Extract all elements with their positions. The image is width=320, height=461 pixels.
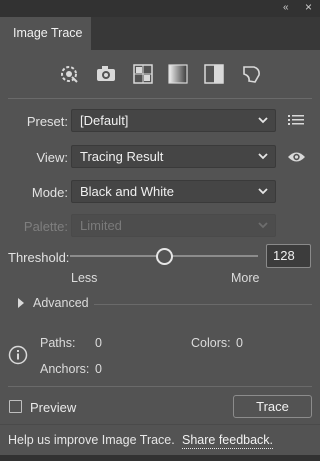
colors-label: Colors: (191, 336, 231, 350)
preview-checkbox[interactable] (9, 400, 22, 413)
mode-label: Mode: (31, 185, 68, 200)
divider (8, 386, 312, 387)
preset-label: Preset: (26, 114, 68, 129)
advanced-toggle[interactable]: Advanced (33, 296, 89, 310)
threshold-min-label: Less (71, 271, 98, 285)
palette-value: Limited (80, 218, 122, 233)
paths-value: 0 (95, 336, 102, 350)
low-color-icon[interactable] (132, 63, 154, 85)
close-panel-icon[interactable]: × (305, 0, 312, 14)
disclosure-triangle-icon[interactable] (17, 297, 25, 309)
outline-icon[interactable] (241, 63, 263, 85)
advanced-divider (94, 304, 312, 305)
info-icon (8, 345, 28, 365)
list-icon[interactable] (288, 113, 305, 127)
preset-dropdown[interactable]: [Default] (71, 109, 276, 132)
high-color-icon[interactable] (95, 63, 117, 85)
palette-label: Palette: (23, 219, 68, 234)
threshold-max-label: More (231, 271, 260, 285)
divider (8, 98, 312, 99)
tab-image-trace[interactable]: Image Trace (0, 17, 91, 50)
chevron-down-icon (258, 153, 268, 160)
chevron-down-icon (258, 222, 268, 229)
chevron-down-icon (258, 117, 268, 124)
panel-bottom-edge (0, 455, 320, 461)
mode-dropdown[interactable]: Black and White (71, 180, 276, 203)
view-value: Tracing Result (80, 149, 164, 164)
colors-value: 0 (236, 336, 243, 350)
collapse-panel-icon[interactable]: « (283, 1, 289, 15)
anchors-value: 0 (95, 362, 102, 376)
paths-label: Paths: (40, 336, 76, 350)
panel-tab-bar: Image Trace (0, 17, 320, 50)
anchors-label: Anchors: (40, 362, 90, 376)
chevron-down-icon (258, 188, 268, 195)
eye-icon[interactable] (287, 150, 306, 164)
trace-button[interactable]: Trace (233, 395, 312, 418)
threshold-input[interactable]: 128 (266, 244, 311, 268)
black-and-white-icon[interactable] (203, 63, 225, 85)
threshold-label: Threshold: (8, 250, 70, 265)
view-label: View: (36, 150, 68, 165)
footer-divider (0, 424, 320, 425)
mode-value: Black and White (80, 184, 174, 199)
threshold-slider-thumb[interactable] (155, 248, 173, 265)
panel-title-bar: « × (0, 0, 320, 17)
auto-color-icon[interactable] (58, 63, 80, 85)
feedback-prompt: Help us improve Image Trace. (8, 433, 175, 447)
view-dropdown[interactable]: Tracing Result (71, 145, 276, 168)
share-feedback-link[interactable]: Share feedback. (182, 433, 274, 449)
grayscale-icon[interactable] (167, 63, 189, 85)
preset-value: [Default] (80, 113, 129, 128)
preview-label[interactable]: Preview (30, 400, 76, 415)
palette-dropdown: Limited (71, 214, 276, 237)
